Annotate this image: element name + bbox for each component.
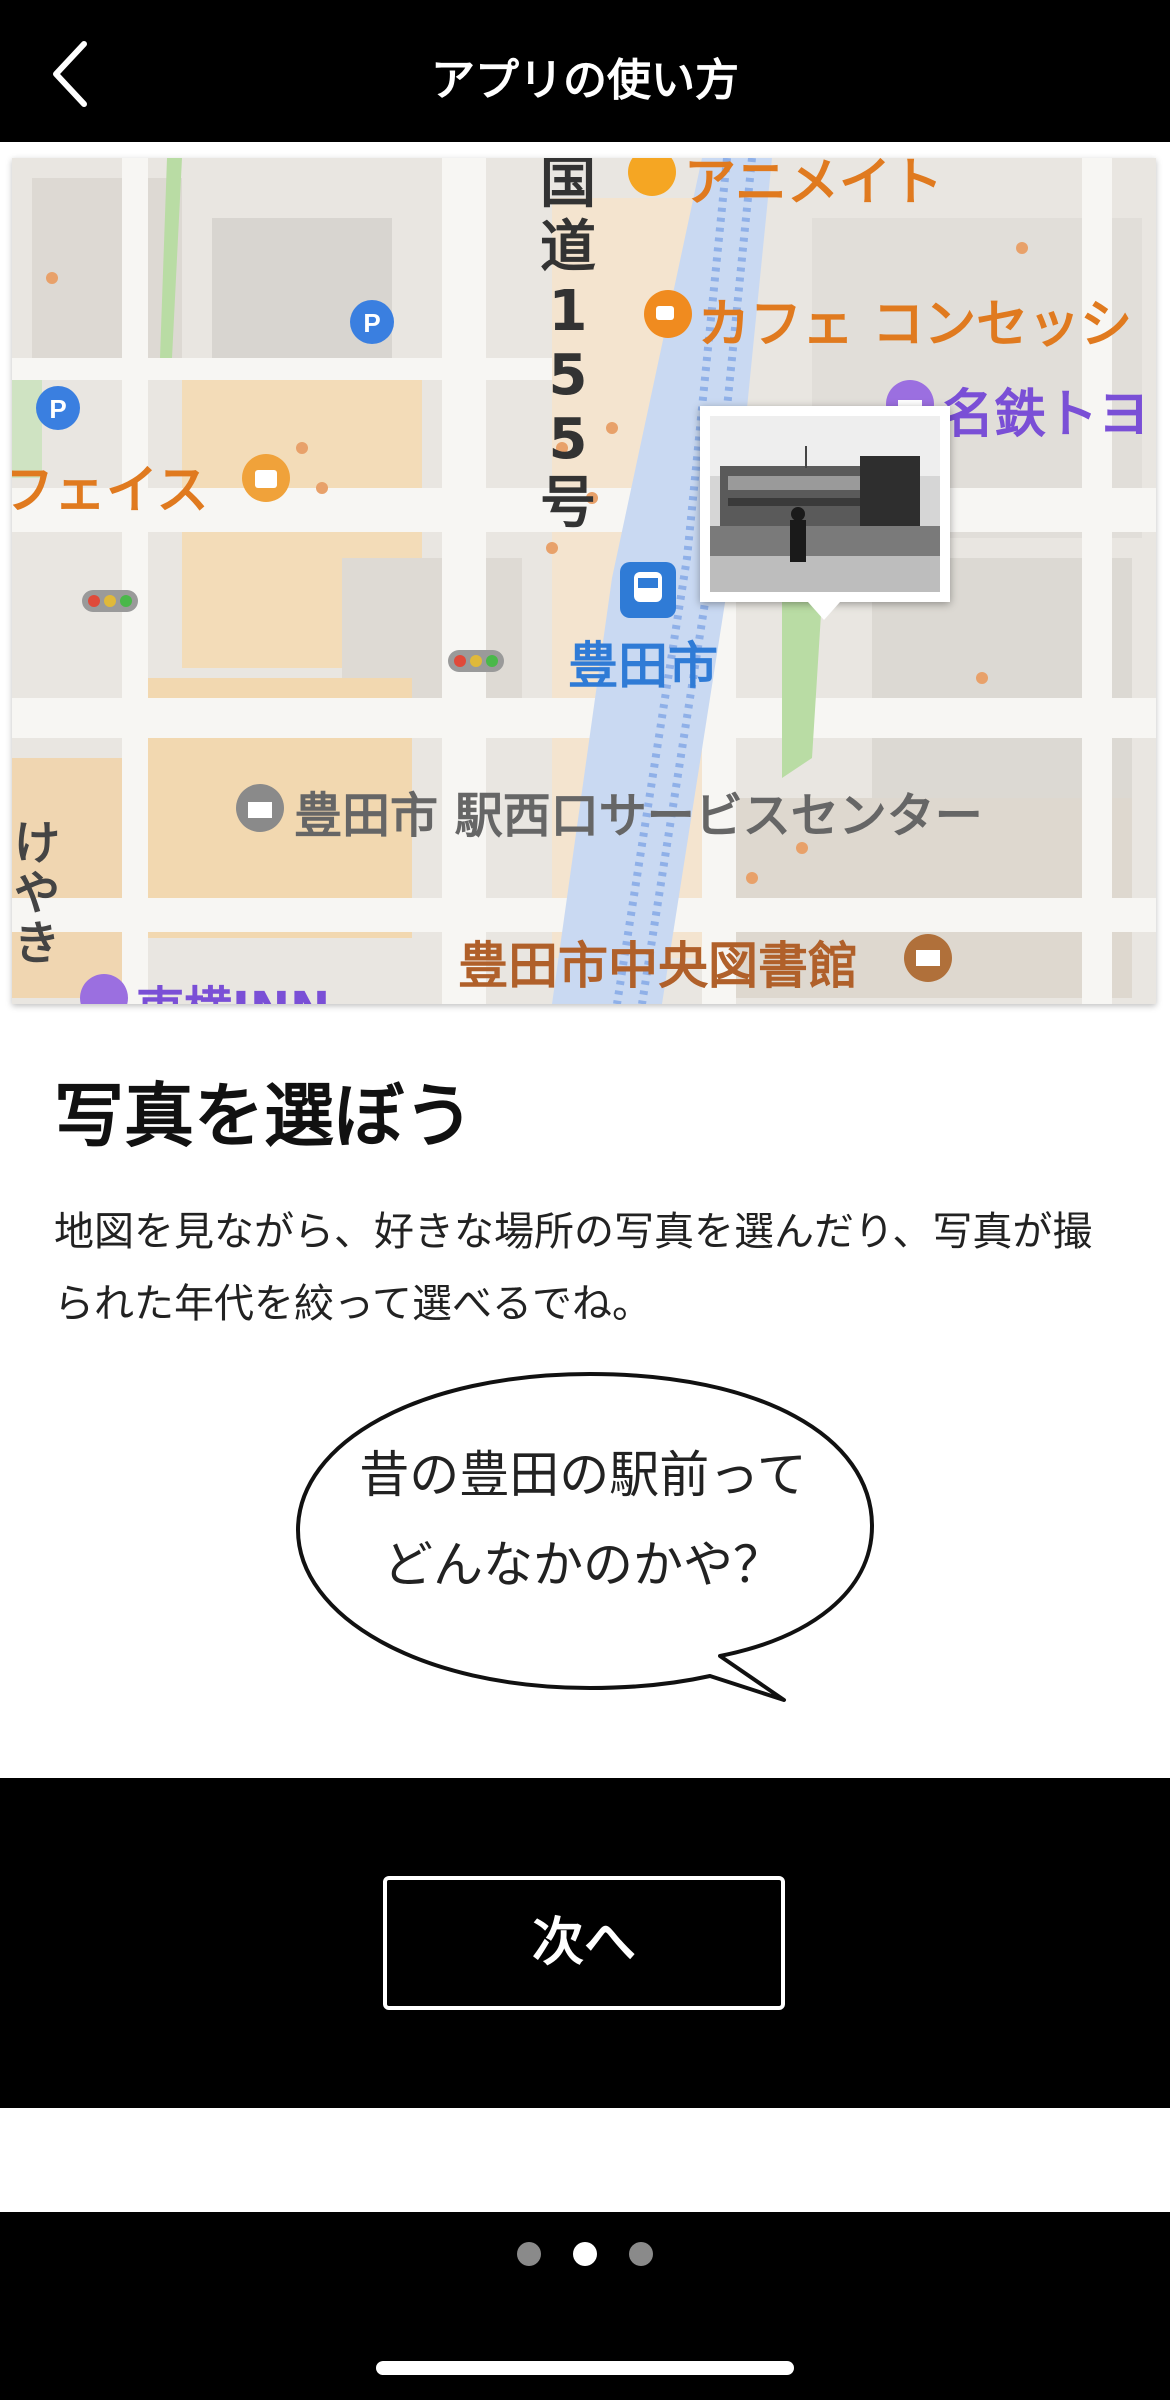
section-description: 地図を見ながら、好きな場所の写真を選んだり、写真が撮られた年代を絞って選べるでね… bbox=[54, 1209, 1093, 1327]
map-label-library[interactable]: 豊田市中央図書館 bbox=[458, 926, 858, 998]
svg-text:P: P bbox=[363, 308, 380, 338]
header-bar: アプリの使い方 bbox=[0, 0, 1170, 142]
map-label-keyaki-char: け bbox=[14, 816, 60, 870]
map-label-keyaki-char: き bbox=[14, 916, 60, 970]
speech-bubble-line: 昔の豊田の駅前って bbox=[359, 1446, 807, 1504]
map-label-kokudo-char: 1 bbox=[548, 279, 588, 344]
map-label-meitetsu[interactable]: 名鉄トヨ bbox=[942, 372, 1150, 447]
old-photo-thumbnail bbox=[710, 416, 940, 592]
map-label-kokudo: 国 道 1 5 5 号 bbox=[536, 158, 600, 536]
pagination-dot-1[interactable] bbox=[517, 2242, 541, 2266]
next-button[interactable]: 次へ bbox=[383, 1876, 785, 2010]
home-indicator[interactable] bbox=[376, 2361, 794, 2375]
svg-text:P: P bbox=[49, 394, 66, 424]
map-label-kokudo-char: 号 bbox=[540, 471, 596, 536]
map-label-animate[interactable]: アニメイト bbox=[684, 158, 943, 215]
speech-bubble-text: 昔の豊田の駅前って どんなかのかや？ bbox=[330, 1430, 836, 1610]
map-label-kokudo-char: 5 bbox=[548, 343, 588, 408]
pagination-dot-2[interactable] bbox=[573, 2242, 597, 2266]
speech-bubble: 昔の豊田の駅前って どんなかのかや？ bbox=[290, 1366, 890, 1706]
map-label-service-center[interactable]: 豊田市 駅西口サービスセンター bbox=[294, 776, 983, 846]
map-view[interactable]: P P 国 道 1 5 5 号 アニメイト カフェ コンセッシ 名鉄トヨ フェイ… bbox=[12, 158, 1156, 1004]
map-label-keyaki-char: や bbox=[14, 866, 60, 920]
speech-bubble-line: どんなかのかや？ bbox=[383, 1536, 783, 1594]
map-label-hotel[interactable]: 東横INN bbox=[136, 970, 330, 1004]
photo-marker[interactable] bbox=[700, 406, 950, 620]
page-title: アプリの使い方 bbox=[431, 55, 739, 106]
section-heading: 写真を選ぼう bbox=[54, 1074, 474, 1157]
map-label-keyaki: け や き bbox=[14, 818, 60, 968]
pagination-dot-3[interactable] bbox=[629, 2242, 653, 2266]
map-label-station[interactable]: 豊田市 bbox=[568, 626, 718, 698]
map-label-kokudo-char: 道 bbox=[540, 215, 596, 280]
map-label-cafe[interactable]: カフェ コンセッシ bbox=[698, 282, 1132, 357]
map-label-kokudo-char: 国 bbox=[540, 158, 596, 216]
map-label-kokudo-char: 5 bbox=[548, 407, 588, 472]
photo-marker-pointer bbox=[808, 602, 840, 620]
map-label-face[interactable]: フェイス bbox=[12, 448, 208, 523]
